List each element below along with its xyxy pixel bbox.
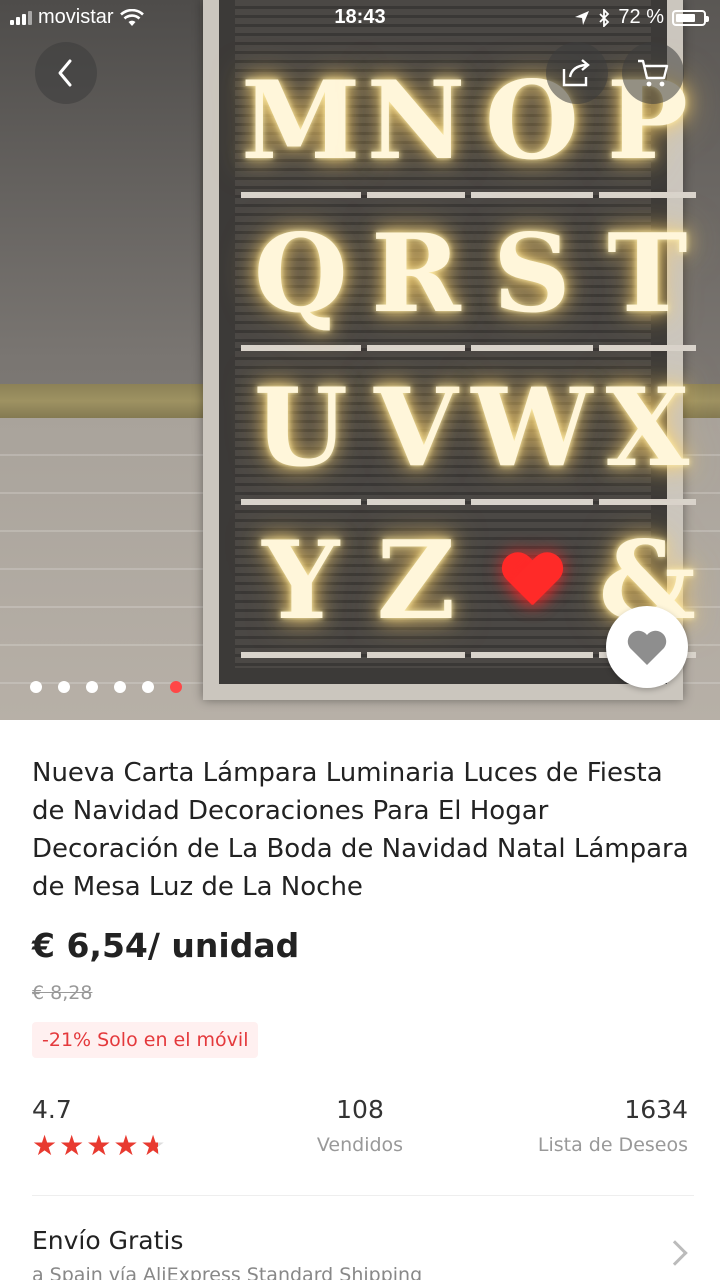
marquee-letter: M	[241, 57, 361, 184]
share-icon	[562, 59, 590, 87]
marquee-letter-cell: T	[598, 204, 697, 351]
star-icon: ★	[113, 1129, 139, 1162]
marquee-letter: R	[371, 211, 461, 338]
sold-stat: 108 Vendidos	[314, 1094, 406, 1156]
gallery-dot[interactable]	[170, 681, 182, 693]
star-icon: ★	[140, 1129, 166, 1162]
marquee-letter-cell: U	[241, 357, 361, 505]
add-to-wishlist-button[interactable]	[606, 606, 688, 688]
gallery-dot[interactable]	[30, 681, 42, 693]
rating-stars: ★ ★ ★ ★ ★	[32, 1132, 166, 1160]
discount-badge: -21% Solo en el móvil	[32, 1022, 259, 1058]
marquee-letter: Q	[253, 211, 348, 338]
star-icon: ★	[32, 1129, 58, 1162]
marquee-letter: W	[471, 364, 593, 491]
back-button[interactable]	[35, 42, 97, 104]
heart-icon	[627, 630, 667, 665]
location-icon	[575, 10, 590, 25]
battery-level	[676, 13, 695, 22]
rating-value: 4.7	[32, 1095, 72, 1124]
gallery-dot[interactable]	[58, 681, 70, 693]
star-icon: ★	[59, 1129, 85, 1162]
bluetooth-icon	[599, 8, 610, 27]
system-indicators: 72 %	[574, 6, 709, 29]
marquee-letter: N	[366, 57, 466, 184]
product-price: € 6,54/ unidad	[32, 926, 300, 965]
original-price: € 8,28	[32, 982, 93, 1004]
rating-stat[interactable]: 4.7 ★ ★ ★ ★ ★	[32, 1094, 166, 1160]
marquee-letter-cell: Z	[366, 511, 466, 658]
product-stats: 4.7 ★ ★ ★ ★ ★ 108 Vendidos 1634 Lista de Des…	[32, 1094, 688, 1168]
marquee-letter-cell: S	[471, 204, 593, 351]
product-details: Nueva Carta Lámpara Luminaria Luces de F…	[0, 720, 720, 1280]
marquee-letter-cell: Y	[241, 511, 361, 658]
shipping-method: a Spain vía AliExpress Standard Shipping	[32, 1264, 423, 1280]
marquee-letter: U	[253, 364, 348, 491]
product-title: Nueva Carta Lámpara Luminaria Luces de F…	[32, 758, 689, 902]
marquee-letter-cell: V	[366, 357, 466, 505]
battery-icon	[672, 9, 709, 26]
marquee-letter: V	[374, 364, 458, 491]
gallery-dot[interactable]	[142, 681, 154, 693]
chevron-left-icon	[58, 59, 72, 87]
marquee-letter-cell	[471, 511, 593, 658]
marquee-letter-cell: X	[598, 357, 697, 505]
gallery-dot[interactable]	[86, 681, 98, 693]
marquee-letter: S	[492, 211, 571, 338]
sold-label: Vendidos	[316, 1134, 404, 1156]
shipping-title: Envío Gratis	[32, 1226, 184, 1255]
wishlist-stat: 1634 Lista de Deseos	[538, 1094, 688, 1156]
marquee-letter-cell: N	[366, 50, 466, 198]
chevron-right-icon	[662, 1240, 688, 1266]
battery-percentage: 72 %	[618, 6, 664, 28]
marquee-letter-cell: Q	[241, 204, 361, 351]
status-bar: movistar 18:43 72 %	[0, 0, 720, 38]
marquee-letter-cell: W	[471, 357, 593, 505]
wishlist-count: 1634	[624, 1095, 688, 1124]
marquee-letter: X	[605, 364, 690, 491]
share-button[interactable]	[546, 42, 608, 104]
cart-button[interactable]	[622, 42, 684, 104]
wishlist-label: Lista de Deseos	[537, 1134, 688, 1156]
marquee-letter: T	[607, 211, 688, 338]
marquee-letter: Y	[262, 518, 340, 645]
cart-icon	[638, 59, 669, 87]
marquee-letter: Z	[376, 518, 456, 645]
display-shelf: M N O P Q R S T U V W X Y Z &	[203, 0, 697, 700]
gallery-pagination	[30, 681, 182, 693]
sold-count: 108	[336, 1095, 384, 1124]
product-image-gallery[interactable]: M N O P Q R S T U V W X Y Z &	[0, 0, 720, 720]
star-icon: ★	[86, 1129, 112, 1162]
divider	[32, 1195, 694, 1196]
gallery-dot[interactable]	[114, 681, 126, 693]
marquee-letter-cell: R	[366, 204, 466, 351]
marquee-letter-cell: M	[241, 50, 361, 198]
red-heart-lamp	[501, 553, 563, 609]
